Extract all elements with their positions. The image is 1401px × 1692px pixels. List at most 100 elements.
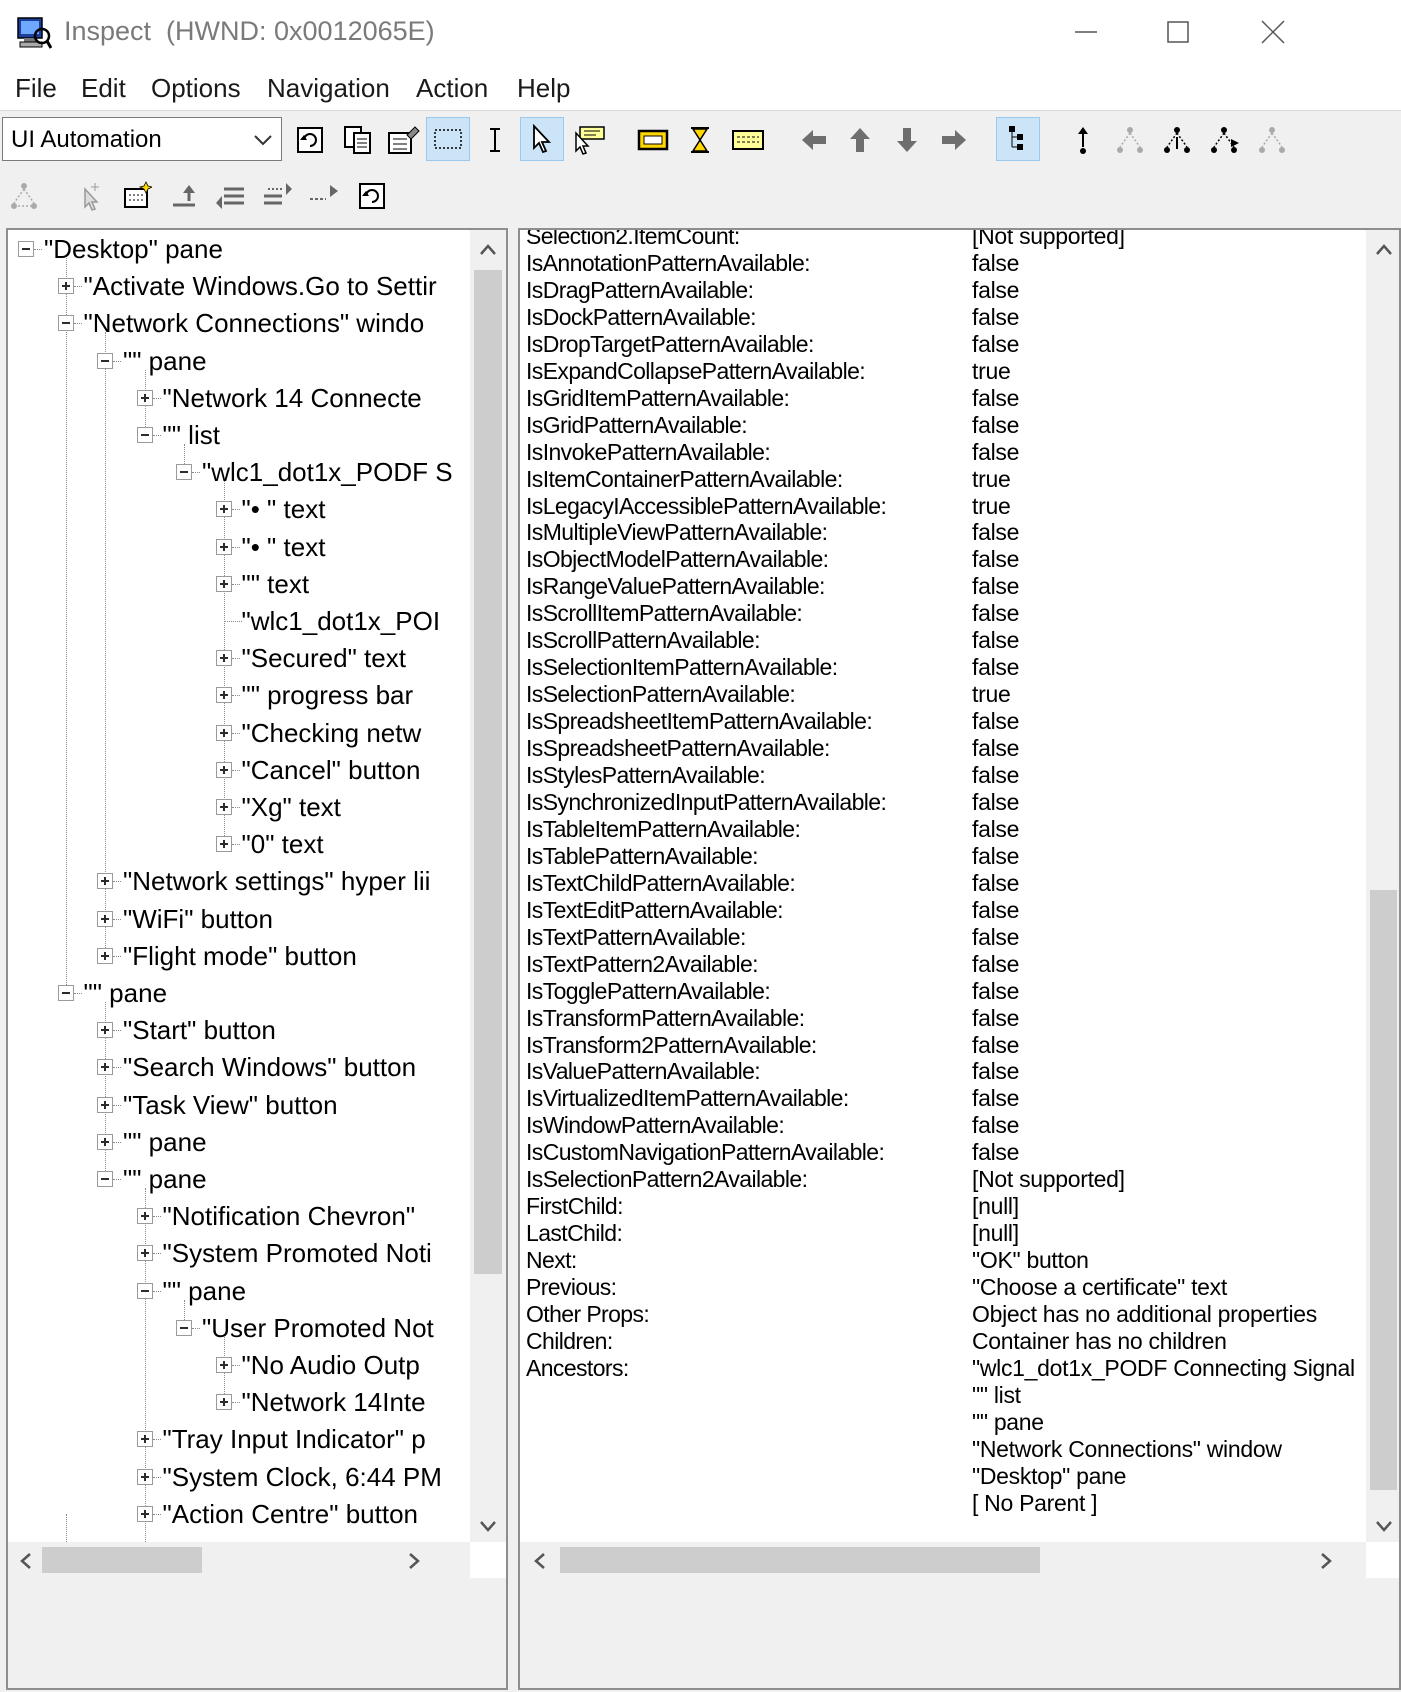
expand-icon[interactable] bbox=[97, 1059, 113, 1076]
tree-node-1-button[interactable] bbox=[1108, 118, 1152, 162]
tree-item[interactable]: "Action Centre" button bbox=[163, 1499, 419, 1529]
tree-node-4-button[interactable] bbox=[1250, 118, 1294, 162]
tree-item[interactable]: "wlc1_dot1x_POI bbox=[242, 606, 441, 636]
tree-item[interactable]: "• " text bbox=[242, 494, 326, 524]
menu-options[interactable]: Options bbox=[151, 73, 241, 104]
tree-item[interactable]: "" text bbox=[242, 569, 310, 599]
collapse-icon[interactable] bbox=[97, 1171, 113, 1187]
close-button[interactable] bbox=[1245, 10, 1301, 54]
expand-icon[interactable] bbox=[215, 1357, 232, 1373]
expand-icon[interactable] bbox=[97, 1022, 113, 1039]
tree-item[interactable]: "User Promoted Not bbox=[202, 1313, 434, 1343]
show-tree-button[interactable] bbox=[996, 117, 1040, 161]
expand-icon[interactable] bbox=[136, 389, 153, 406]
expand-icon[interactable] bbox=[97, 873, 113, 890]
refresh-button[interactable] bbox=[288, 118, 332, 162]
expand-icon[interactable] bbox=[97, 1133, 113, 1150]
tree-item[interactable]: "No Audio Outp bbox=[242, 1350, 420, 1380]
tree-item[interactable]: "Desktop" pane bbox=[44, 234, 223, 264]
expand-icon[interactable] bbox=[136, 1468, 153, 1485]
tree-horizontal-scroll-thumb[interactable] bbox=[42, 1547, 202, 1573]
tree-node-2-button[interactable] bbox=[1155, 118, 1199, 162]
navigate-next-button[interactable] bbox=[932, 118, 976, 162]
show-tooltip-button[interactable] bbox=[567, 118, 611, 162]
tree-item[interactable]: "System Promoted Noti bbox=[163, 1238, 432, 1268]
tree-item[interactable]: "" pane bbox=[84, 978, 168, 1008]
collapse-icon[interactable] bbox=[57, 985, 74, 1001]
hourglass-button[interactable] bbox=[678, 118, 722, 162]
tree-item[interactable]: "Activate Windows.Go to Settir bbox=[84, 271, 437, 301]
navigate-previous-button[interactable] bbox=[792, 118, 836, 162]
tree-item[interactable]: "Flight mode" button bbox=[123, 941, 357, 971]
tree-vertical-scrollbar[interactable] bbox=[470, 230, 506, 1542]
properties-vertical-scroll-thumb[interactable] bbox=[1370, 890, 1397, 1490]
collapse-icon[interactable] bbox=[176, 464, 192, 481]
tree-item[interactable]: "Search Windows" button bbox=[123, 1052, 416, 1082]
tree-root-button[interactable] bbox=[2, 174, 46, 218]
sort-up-button[interactable] bbox=[162, 174, 206, 218]
menu-help[interactable]: Help bbox=[517, 73, 570, 104]
tree-item[interactable]: "" list bbox=[163, 420, 220, 450]
element-tree-pane[interactable]: "Desktop" pane "Activate Windows.Go to Se… bbox=[6, 228, 508, 1690]
menu-navigation[interactable]: Navigation bbox=[267, 73, 390, 104]
tree-item[interactable]: "WiFi" button bbox=[123, 904, 273, 934]
refresh-tree-button[interactable] bbox=[350, 174, 394, 218]
tree-item[interactable]: "Network 14 Connecte bbox=[163, 383, 422, 413]
watch-caret-button[interactable] bbox=[473, 118, 517, 162]
watch-cursor-button[interactable] bbox=[520, 117, 564, 161]
properties-pane[interactable]: Selection2.ItemCount: [Not supported] IsAn… bbox=[518, 228, 1401, 1690]
tree-item[interactable]: "• " text bbox=[242, 532, 326, 562]
minimize-button[interactable] bbox=[1058, 10, 1114, 54]
navigate-parent-button[interactable] bbox=[838, 118, 882, 162]
expand-icon[interactable] bbox=[215, 575, 232, 592]
list-indent-button[interactable] bbox=[208, 174, 252, 218]
collapse-icon[interactable] bbox=[136, 427, 153, 443]
collapse-icon[interactable] bbox=[18, 241, 34, 257]
expand-icon[interactable] bbox=[215, 761, 232, 778]
step-forward-button[interactable] bbox=[302, 174, 346, 218]
tree-item[interactable]: "Secured" text bbox=[242, 643, 406, 673]
tree-vertical-scroll-thumb[interactable] bbox=[474, 270, 502, 1274]
properties-vertical-scrollbar[interactable] bbox=[1366, 230, 1399, 1542]
tree-item[interactable]: "Network Connections" windo bbox=[84, 308, 425, 338]
tree-item[interactable]: "" pane bbox=[123, 1164, 207, 1194]
pointer-sparkle-button[interactable] bbox=[68, 174, 112, 218]
menu-edit[interactable]: Edit bbox=[81, 73, 126, 104]
tree-item[interactable]: "" pane bbox=[163, 1276, 247, 1306]
expand-icon[interactable] bbox=[97, 910, 113, 927]
tree-item[interactable]: "Network 14Inte bbox=[242, 1387, 426, 1417]
copy-button[interactable] bbox=[336, 118, 380, 162]
tree-item[interactable]: "" pane bbox=[123, 346, 207, 376]
expand-icon[interactable] bbox=[215, 724, 232, 741]
tree-item[interactable]: "Network settings" hyper lii bbox=[123, 866, 430, 896]
tree-item[interactable]: "wlc1_dot1x_PODF S bbox=[202, 457, 453, 487]
expand-icon[interactable] bbox=[215, 687, 232, 704]
tree-item[interactable]: "Cancel" button bbox=[242, 755, 421, 785]
event-list-button[interactable] bbox=[115, 174, 159, 218]
tree-item[interactable]: "Tray Input Indicator" p bbox=[163, 1424, 426, 1454]
tree-horizontal-scrollbar[interactable] bbox=[8, 1542, 470, 1578]
collapse-icon[interactable] bbox=[176, 1319, 192, 1336]
show-info-tooltip-button[interactable] bbox=[726, 118, 770, 162]
expand-icon[interactable] bbox=[215, 501, 232, 518]
menu-file[interactable]: File bbox=[15, 73, 57, 104]
list-outdent-button[interactable] bbox=[256, 174, 300, 218]
properties-button[interactable] bbox=[382, 118, 426, 162]
tree-item[interactable]: "" pane bbox=[123, 1127, 207, 1157]
mode-select[interactable]: UI Automation bbox=[2, 117, 282, 161]
tree-node-3-button[interactable] bbox=[1202, 118, 1246, 162]
expand-icon[interactable] bbox=[97, 1096, 113, 1113]
expand-icon[interactable] bbox=[136, 1505, 153, 1522]
expand-icon[interactable] bbox=[215, 799, 232, 815]
highlight-rectangle-button[interactable] bbox=[631, 118, 675, 162]
maximize-button[interactable] bbox=[1150, 10, 1206, 54]
expand-icon[interactable] bbox=[97, 947, 113, 964]
expand-icon[interactable] bbox=[136, 1245, 153, 1262]
expand-icon[interactable] bbox=[136, 1431, 153, 1448]
tree-item[interactable]: "Task View" button bbox=[123, 1090, 338, 1120]
tree-item[interactable]: "Notification Chevron" bbox=[163, 1201, 416, 1231]
properties-horizontal-scrollbar[interactable] bbox=[520, 1542, 1366, 1578]
tree-item[interactable]: "Checking netw bbox=[242, 718, 422, 748]
expand-icon[interactable] bbox=[215, 1394, 232, 1411]
expand-icon[interactable] bbox=[136, 1208, 153, 1225]
